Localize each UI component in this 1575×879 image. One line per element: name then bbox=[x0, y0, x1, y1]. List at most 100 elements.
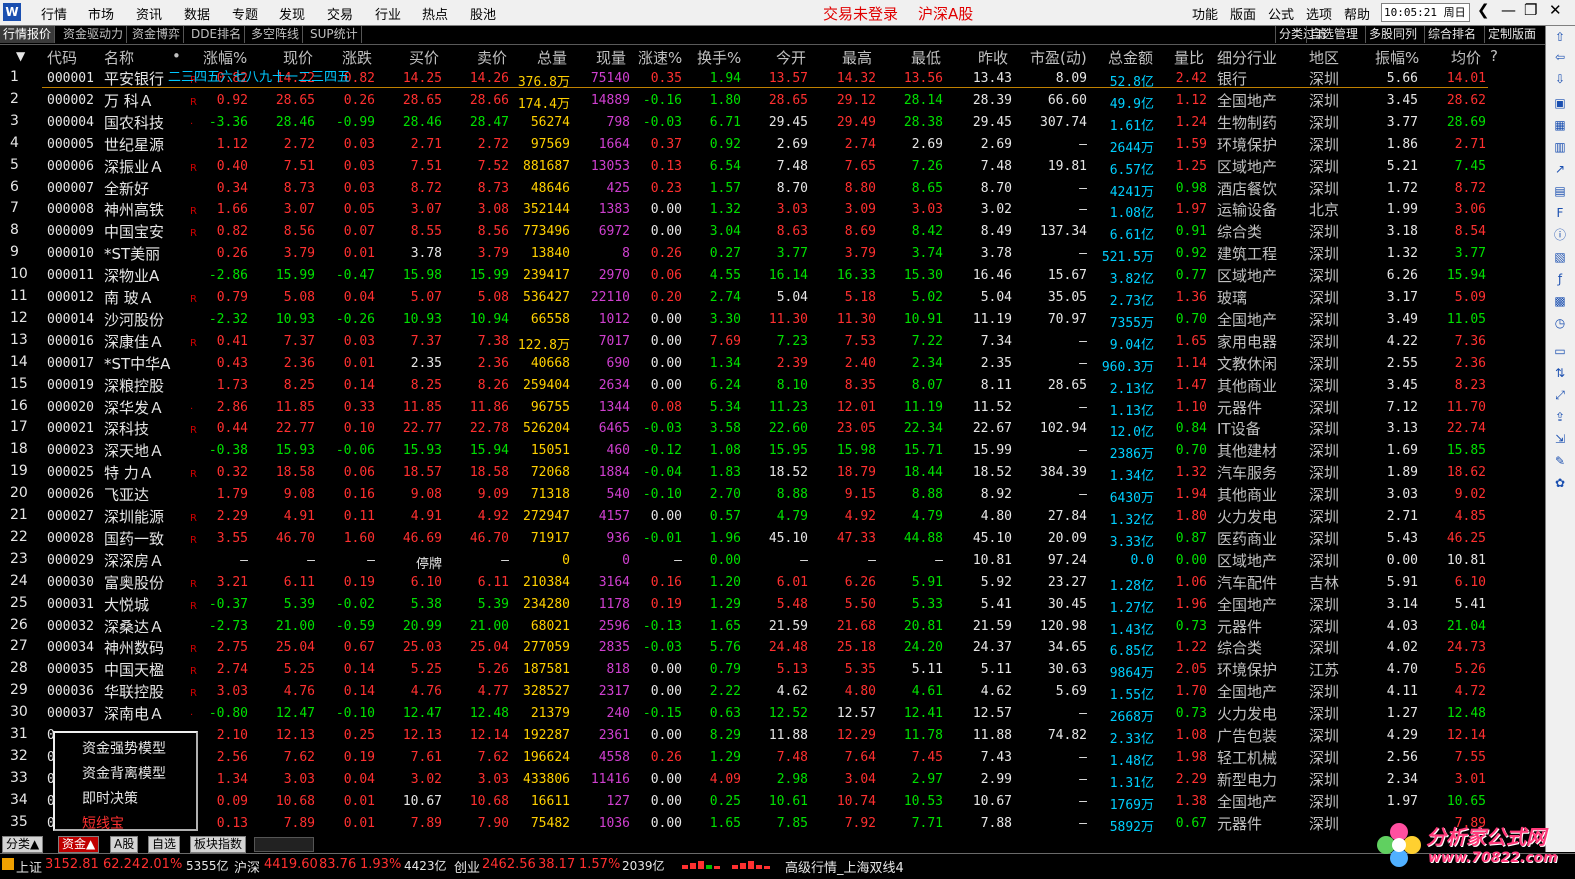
column-header-17[interactable]: 总金额 bbox=[1108, 47, 1153, 68]
cell-r14-c2[interactable]: *ST中华A bbox=[104, 353, 190, 374]
cell-r8-c2[interactable]: 中国宝安 bbox=[104, 221, 190, 242]
cell-r22-c1[interactable]: 000028 bbox=[47, 531, 99, 546]
cell-r11-c2[interactable]: 南 玻Ａ bbox=[104, 287, 190, 308]
cell-r13-c2[interactable]: 深康佳Ａ bbox=[104, 331, 190, 352]
cy-label[interactable]: 创业 bbox=[454, 857, 480, 876]
table-row[interactable]: 310R2.1012.130.2512.1312.1419228723610.0… bbox=[0, 724, 1545, 747]
table-row[interactable]: 350R0.137.890.017.897.907548210360.001.6… bbox=[0, 812, 1545, 835]
cell-r25-c2[interactable]: 大悦城 bbox=[104, 594, 190, 615]
table-row[interactable]: 27 000034 神州数码 R 2.75 25.04 0.67 25.03 25.04 2770… bbox=[0, 636, 1545, 659]
column-header-15[interactable]: 昨收 bbox=[978, 47, 1008, 68]
table-row[interactable]: 19 000025 特 力Ａ R 0.32 18.58 0.06 18.57 18.58 7206… bbox=[0, 461, 1545, 484]
column-header-14[interactable]: 最低 bbox=[911, 47, 941, 68]
table-row[interactable]: 21 000027 深圳能源 R 2.29 4.91 0.11 4.91 4.92 272947 4… bbox=[0, 505, 1545, 528]
cell-r1-c1[interactable]: 000001 bbox=[47, 71, 99, 86]
table-row[interactable]: 29 000036 华联控股 R 3.03 4.76 0.14 4.76 4.77 328527 2… bbox=[0, 680, 1545, 703]
cell-r6-c1[interactable]: 000007 bbox=[47, 181, 99, 196]
news-icon[interactable]: ▧ bbox=[1552, 250, 1568, 264]
tab-right-3[interactable]: 综合排名 bbox=[1424, 26, 1476, 43]
cell-r15-c2[interactable]: 深粮控股 bbox=[104, 375, 190, 396]
cell-r30-c1[interactable]: 000037 bbox=[47, 706, 99, 721]
chart-icon[interactable]: ▣ bbox=[1552, 96, 1568, 110]
cell-r19-c2[interactable]: 特 力Ａ bbox=[104, 462, 190, 483]
cell-r10-c1[interactable]: 000011 bbox=[47, 268, 99, 283]
cell-r20-c1[interactable]: 000026 bbox=[47, 487, 99, 502]
menu-item-9[interactable]: 股池 bbox=[470, 4, 496, 23]
app-logo-icon[interactable]: W bbox=[3, 3, 21, 21]
column-header-1[interactable]: 名称 bbox=[104, 47, 134, 68]
cell-r18-c2[interactable]: 深天地Ａ bbox=[104, 440, 190, 461]
cell-r20-c2[interactable]: 飞亚达 bbox=[104, 484, 190, 505]
right-menu-item-2[interactable]: 公式 bbox=[1268, 4, 1294, 23]
table-row[interactable]: 12 000014 沙河股份 -2.32 10.93 -0.26 10.93 10.94 665… bbox=[0, 308, 1545, 331]
cell-r9-c2[interactable]: *ST美丽 bbox=[104, 243, 190, 264]
table-row[interactable]: 6 000007 全新好 0.34 8.73 0.03 8.72 8.73 48646 425 0.… bbox=[0, 177, 1545, 200]
cell-r28-c1[interactable]: 000035 bbox=[47, 662, 99, 677]
cell-r24-c2[interactable]: 富奥股份 bbox=[104, 572, 190, 593]
column-header-23[interactable]: ? bbox=[1490, 47, 1498, 65]
cell-r29-c2[interactable]: 华联控股 bbox=[104, 681, 190, 702]
table-row[interactable]: 2 000002 万 科Ａ R 0.92 28.65 0.26 28.65 28.66 174.4… bbox=[0, 89, 1545, 112]
table-row[interactable]: 28 000035 中国天楹 R 2.74 5.25 0.14 5.25 5.26 187581 8… bbox=[0, 658, 1545, 681]
tab-a-shares[interactable]: A股 bbox=[110, 836, 139, 853]
cell-r16-c2[interactable]: 深华发Ａ bbox=[104, 397, 190, 418]
cell-r2-c1[interactable]: 000002 bbox=[47, 93, 99, 108]
trend-icon[interactable]: ↗ bbox=[1552, 162, 1568, 176]
table-row[interactable]: 7 000008 神州高铁 R 1.66 3.07 0.05 3.07 3.08 352144 13… bbox=[0, 198, 1545, 221]
tab-left-2[interactable]: 资金博弈 bbox=[129, 26, 185, 43]
cell-r7-c2[interactable]: 神州高铁 bbox=[104, 199, 190, 220]
table-row[interactable]: 24 000030 富奥股份 R 3.21 6.11 0.19 6.10 6.11 210384 3… bbox=[0, 571, 1545, 594]
column-header-3[interactable]: 涨幅% bbox=[203, 47, 247, 68]
column-header-22[interactable]: 均价 bbox=[1451, 47, 1481, 68]
menu-item-short-line[interactable]: 短线宝 bbox=[82, 813, 124, 833]
menu-item-0[interactable]: 行情 bbox=[41, 4, 67, 23]
clock-icon[interactable]: ◷ bbox=[1552, 316, 1568, 330]
hs-label[interactable]: 沪深 bbox=[234, 857, 260, 876]
table-row[interactable]: 26 000032 深桑达Ａ -2.73 21.00 -0.59 20.99 21.00 680… bbox=[0, 615, 1545, 638]
column-header-6[interactable]: 买价 bbox=[409, 47, 439, 68]
login-status[interactable]: 交易未登录 bbox=[823, 3, 898, 24]
tab-right-1[interactable]: 自选管理 bbox=[1306, 26, 1358, 43]
menu-item-2[interactable]: 资讯 bbox=[136, 4, 162, 23]
cell-r26-c2[interactable]: 深桑达Ａ bbox=[104, 616, 190, 637]
cell-r15-c1[interactable]: 000019 bbox=[47, 378, 99, 393]
table-row[interactable]: 16 000020 深华发Ａ · 2.86 11.85 0.33 11.85 11.86 9675… bbox=[0, 396, 1545, 419]
table-row[interactable]: 8 000009 中国宝安 R 0.82 8.56 0.07 8.55 8.56 773496 69… bbox=[0, 220, 1545, 243]
tab-right-2[interactable]: 多股同列 bbox=[1365, 26, 1417, 43]
import-icon[interactable]: ⇲ bbox=[1552, 432, 1568, 446]
info-icon[interactable]: ⓘ bbox=[1552, 228, 1568, 242]
folder-icon[interactable]: ▭ bbox=[1552, 344, 1568, 358]
table-row[interactable]: 18 000023 深天地Ａ -0.38 15.93 -0.06 15.93 15.94 150… bbox=[0, 439, 1545, 462]
arrow-up-icon[interactable]: ⇧ bbox=[1552, 30, 1568, 44]
table-row[interactable]: 20 000026 飞亚达 1.79 9.08 0.16 9.08 9.09 71318 540-… bbox=[0, 483, 1545, 506]
column-header-16[interactable]: 市盈(动) bbox=[1030, 47, 1087, 68]
table-row[interactable]: 17 000021 深科技 R 0.44 22.77 0.10 22.77 22.78 52620… bbox=[0, 417, 1545, 440]
table-row[interactable]: 13 000016 深康佳Ａ R 0.41 7.37 0.03 7.37 7.38 122.8万 7… bbox=[0, 330, 1545, 353]
tools-icon[interactable]: ✎ bbox=[1552, 454, 1568, 468]
tab-sector-index[interactable]: 板块指数 bbox=[190, 836, 247, 853]
cell-r13-c1[interactable]: 000016 bbox=[47, 334, 99, 349]
cell-r4-c2[interactable]: 世纪星源 bbox=[104, 134, 190, 155]
table-row[interactable]: 23 000029 深深房Ａ — — — 停牌 — 0 0 — 0.00 — — — 10.81 97.24 0.… bbox=[0, 549, 1545, 572]
table-row[interactable]: 15 000019 深粮控股 1.73 8.25 0.14 8.25 8.26 259404 26… bbox=[0, 374, 1545, 397]
table-row[interactable]: 11 000012 南 玻Ａ R 0.79 5.08 0.04 5.07 5.08 536427 2… bbox=[0, 286, 1545, 309]
tab-left-3[interactable]: DDE排名 bbox=[188, 26, 246, 43]
quote-server[interactable]: 高级行情_上海双线4 bbox=[785, 857, 904, 876]
column-header-7[interactable]: 卖价 bbox=[477, 47, 507, 68]
menu-item-7[interactable]: 行业 bbox=[375, 4, 401, 23]
cell-r16-c1[interactable]: 000020 bbox=[47, 400, 99, 415]
cell-r12-c1[interactable]: 000014 bbox=[47, 312, 99, 327]
tab-watchlist[interactable]: 自选 bbox=[148, 836, 181, 853]
menu-item-divergence-model[interactable]: 资金背离模型 bbox=[82, 763, 166, 783]
report-icon[interactable]: ▤ bbox=[1552, 184, 1568, 198]
cell-r9-c1[interactable]: 000010 bbox=[47, 246, 99, 261]
right-menu-item-0[interactable]: 功能 bbox=[1192, 4, 1218, 23]
table-row[interactable]: 330R1.343.030.043.023.03433806114160.004… bbox=[0, 768, 1545, 791]
cell-r25-c1[interactable]: 000031 bbox=[47, 597, 99, 612]
table-row[interactable]: 30 000037 深南电Ａ · -0.80 12.47 -0.10 12.47 12.48 21… bbox=[0, 702, 1545, 725]
menu-item-8[interactable]: 热点 bbox=[422, 4, 448, 23]
cell-r4-c1[interactable]: 000005 bbox=[47, 137, 99, 152]
cell-r19-c1[interactable]: 000025 bbox=[47, 465, 99, 480]
table-row[interactable]: 5 000006 深振业Ａ R 0.40 7.51 0.03 7.51 7.52 881687 13… bbox=[0, 155, 1545, 178]
right-menu-item-3[interactable]: 选项 bbox=[1306, 4, 1332, 23]
